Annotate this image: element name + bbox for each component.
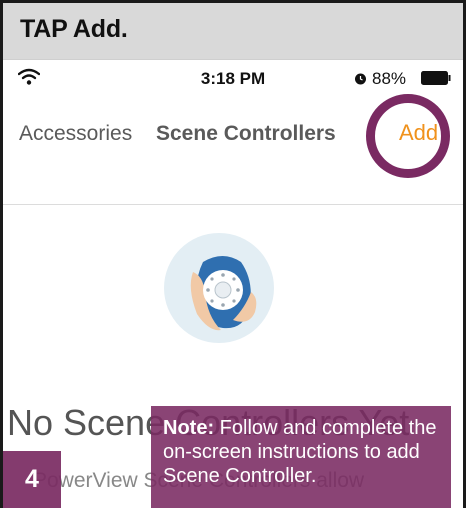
step-header: TAP Add. bbox=[3, 3, 463, 59]
instruction-panel: TAP Add. 3:18 PM 88% Accessories Scene C… bbox=[0, 0, 466, 508]
step-title: TAP Add. bbox=[20, 15, 128, 43]
note-label: Note: bbox=[163, 417, 215, 439]
back-button[interactable]: Accessories bbox=[19, 122, 132, 146]
note-callout: Note: Follow and complete the on-screen … bbox=[151, 406, 451, 508]
status-bar: 3:18 PM 88% bbox=[3, 60, 463, 94]
page-title: Scene Controllers bbox=[156, 122, 336, 145]
divider bbox=[3, 204, 463, 205]
step-number: 4 bbox=[25, 465, 39, 493]
battery-percent: 88% bbox=[372, 69, 407, 88]
remote-illustration bbox=[164, 233, 274, 343]
alarm-icon bbox=[355, 73, 366, 85]
highlight-ring bbox=[366, 94, 450, 178]
step-number-badge: 4 bbox=[3, 451, 61, 508]
battery-icon bbox=[421, 71, 451, 85]
navigation-bar: Accessories Scene Controllers Add bbox=[3, 94, 463, 178]
